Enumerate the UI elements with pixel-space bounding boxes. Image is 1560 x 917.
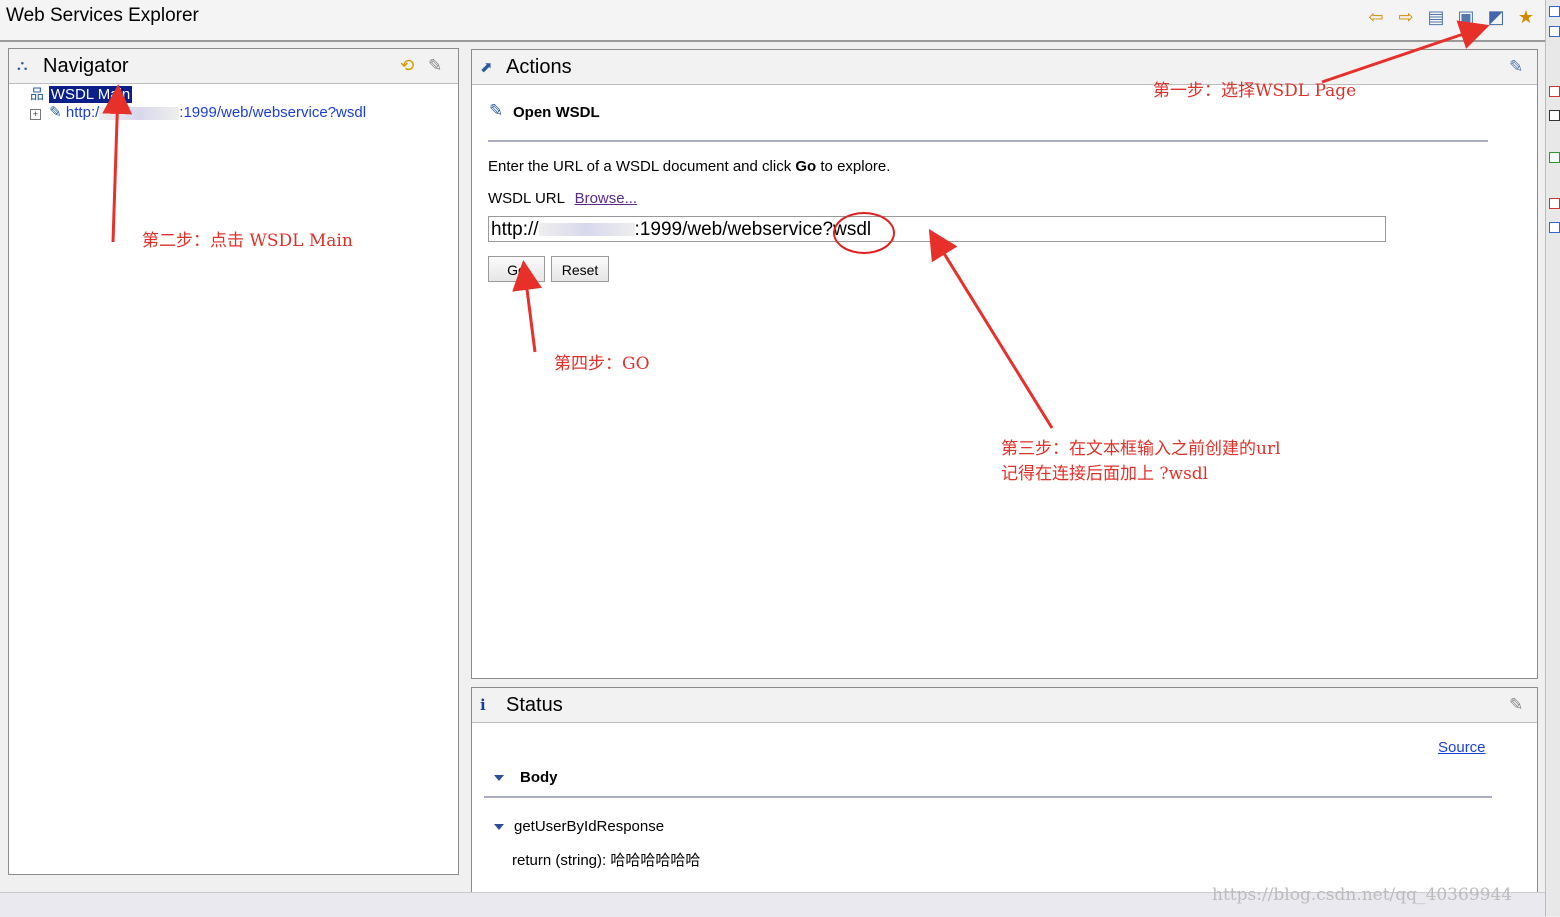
navigator-icon: ⛬: [17, 57, 28, 74]
tree-item-wsdl-url[interactable]: + ✎ http:/:1999/web/webservice?wsdl: [30, 103, 366, 121]
wsdl-url-link[interactable]: http:/:1999/web/webservice?wsdl: [66, 104, 366, 121]
side-toolbar-strip: [1545, 0, 1560, 916]
actions-header: ⬈ Actions ✎: [472, 50, 1537, 85]
tree-item-label: WSDL Main: [48, 86, 133, 103]
browse-link[interactable]: Browse...: [575, 190, 638, 207]
strip-icon[interactable]: [1549, 6, 1560, 17]
annotation-step1: 第一步：选择WSDL Page: [1153, 81, 1357, 101]
reset-button[interactable]: Reset: [551, 256, 609, 282]
redacted-host: [99, 106, 180, 120]
navigator-panel: ⛬ Navigator ⟲ ✎: [8, 48, 459, 875]
section-title: Open WSDL: [513, 104, 600, 121]
body-section[interactable]: Body: [494, 769, 558, 786]
response-item[interactable]: getUserByIdResponse: [494, 818, 664, 835]
annotation-step3-line2: 记得在连接后面加上 ?wsdl: [1001, 464, 1209, 484]
wsdl-url-input[interactable]: http://:1999/web/webservice?wsdl: [488, 216, 1386, 242]
open-wsdl-icon: ✎: [489, 101, 504, 121]
wsdl-tree-icon: 品: [30, 87, 44, 103]
strip-icon[interactable]: [1549, 110, 1560, 121]
actions-icon: ⬈: [480, 59, 493, 76]
wsdl-highlight-circle: [833, 212, 895, 254]
strip-icon[interactable]: [1549, 152, 1560, 163]
uddi-page-icon[interactable]: ▤: [1425, 6, 1447, 28]
source-link[interactable]: Source: [1438, 739, 1486, 756]
toolbar: ⇦ ⇨ ▤ ▣ ◩ ★: [1365, 6, 1537, 28]
wsdl-url-label: WSDL URL: [488, 190, 565, 207]
divider: [484, 796, 1492, 798]
window-title: Web Services Explorer: [6, 5, 199, 26]
annotation-step2: 第二步：点击 WSDL Main: [142, 231, 353, 251]
navigator-title: Navigator: [43, 55, 129, 77]
status-title: Status: [506, 694, 563, 716]
redacted-host: [538, 223, 635, 237]
description: Enter the URL of a WSDL document and cli…: [488, 158, 891, 175]
strip-icon[interactable]: [1549, 26, 1560, 37]
status-header: i Status ✎: [472, 688, 1537, 723]
navigator-header: ⛬ Navigator ⟲ ✎: [9, 49, 458, 84]
url-label-row: WSDL URL Browse...: [488, 190, 637, 207]
wsil-page-icon[interactable]: ▣: [1455, 6, 1477, 28]
return-value-row: return (string): 哈哈哈哈哈哈: [512, 852, 701, 869]
strip-icon[interactable]: [1549, 86, 1560, 97]
tree-item-wsdl-main[interactable]: 品 WSDL Main: [30, 84, 133, 104]
strip-icon[interactable]: [1549, 222, 1560, 233]
go-button[interactable]: Go: [488, 256, 545, 282]
divider: [488, 140, 1488, 142]
forward-arrow-icon[interactable]: ⇨: [1395, 6, 1417, 28]
clear-icon[interactable]: ✎: [428, 56, 450, 76]
annotation-step4: 第四步：GO: [554, 354, 650, 374]
favorites-star-icon[interactable]: ★: [1515, 6, 1537, 28]
collapse-icon[interactable]: [494, 824, 504, 831]
wsdl-page-icon[interactable]: ◩: [1485, 6, 1507, 28]
clear-status-icon[interactable]: ✎: [1509, 695, 1531, 715]
collapse-icon[interactable]: [494, 775, 504, 782]
annotation-step3-line1: 第三步：在文本框输入之前创建的url: [1001, 439, 1281, 459]
wsdl-service-icon: ✎: [49, 104, 62, 121]
expand-icon[interactable]: +: [30, 109, 41, 120]
actions-title: Actions: [506, 56, 572, 78]
watermark: https://blog.csdn.net/qq_40369944: [1212, 885, 1513, 905]
back-arrow-icon[interactable]: ⇦: [1365, 6, 1387, 28]
info-icon: i: [480, 696, 486, 714]
refresh-icon[interactable]: ⟲: [400, 56, 422, 76]
strip-icon[interactable]: [1549, 198, 1560, 209]
title-bar: Web Services Explorer ⇦ ⇨ ▤ ▣ ◩ ★: [0, 0, 1545, 42]
maximize-icon[interactable]: ✎: [1509, 57, 1531, 77]
